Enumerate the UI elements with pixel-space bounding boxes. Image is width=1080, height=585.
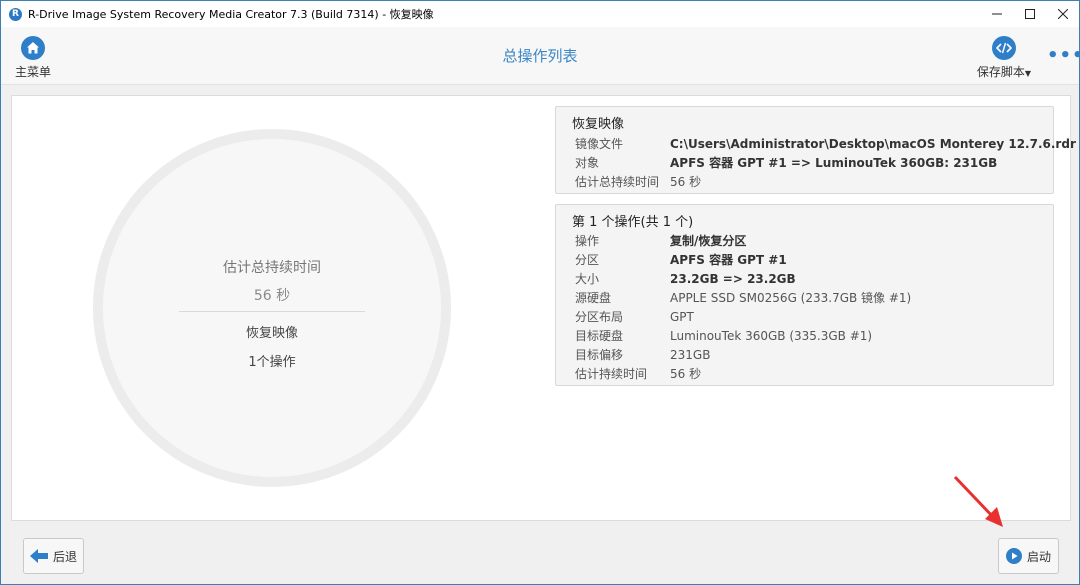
row-key: 估计持续时间 [575, 367, 648, 381]
back-button[interactable]: 后退 [23, 538, 84, 574]
row-value: 23.2GB => 23.2GB [670, 272, 796, 286]
info-row: 操作 复制/恢复分区 [575, 232, 746, 249]
row-value: 56 秒 [670, 367, 702, 381]
info-row: 估计持续时间 56 秒 [575, 365, 701, 382]
operation-box-heading: 第 1 个操作(共 1 个) [572, 215, 694, 230]
chevron-down-icon: ▼ [1024, 69, 1032, 78]
summary-circle: 估计总持续时间 56 秒 恢复映像 1个操作 [93, 129, 451, 487]
window-controls [980, 1, 1079, 27]
app-icon: R [9, 7, 22, 21]
row-key: 对象 [575, 156, 600, 170]
row-key: 目标硬盘 [575, 329, 624, 343]
row-key: 镜像文件 [575, 137, 624, 151]
red-arrow-icon [953, 475, 1003, 527]
info-row: 估计总持续时间 56 秒 [575, 173, 701, 190]
info-row: 目标硬盘 LuminouTek 360GB (335.3GB #1) [575, 327, 872, 344]
row-key: 估计总持续时间 [575, 175, 660, 189]
minimize-button[interactable] [980, 1, 1013, 27]
save-script-button[interactable]: 保存脚本▼ [976, 36, 1032, 80]
info-row: 目标偏移 231GB [575, 346, 710, 363]
info-row: 对象 APFS 容器 GPT #1 => LuminouTek 360GB: 23… [575, 154, 997, 171]
code-icon [992, 36, 1016, 60]
row-key: 分区 [575, 253, 600, 267]
restore-info-box: 恢复映像 镜像文件 C:\Users\Administrator\Desktop\… [555, 106, 1076, 194]
info-row: 分区 APFS 容器 GPT #1 [575, 251, 787, 268]
play-icon [1005, 548, 1022, 564]
row-key: 大小 [575, 272, 600, 286]
row-value: APPLE SSD SM0256G (233.7GB 镜像 #1) [670, 291, 912, 305]
bottom-bar: 后退 启动 [1, 531, 1079, 584]
row-value: C:\Users\Administrator\Desktop\macOS Mon… [670, 137, 1076, 151]
maximize-button[interactable] [1013, 1, 1046, 27]
row-value: 231GB [670, 348, 711, 362]
row-value: LuminouTek 360GB (335.3GB #1) [670, 329, 873, 343]
window-title: R-Drive Image System Recovery Media Crea… [28, 8, 434, 21]
row-value: 56 秒 [670, 175, 702, 189]
maximize-icon [1024, 9, 1035, 19]
close-button[interactable] [1046, 1, 1079, 27]
start-label: 启动 [1026, 549, 1051, 564]
operation-info-box: 第 1 个操作(共 1 个) 操作 复制/恢复分区 分区 APFS 容器 GPT #… [555, 204, 1054, 386]
summary-divider [179, 311, 365, 312]
row-value: APFS 容器 GPT #1 => LuminouTek 360GB: 231G… [670, 156, 998, 170]
more-dots-icon: ••• [1047, 45, 1080, 66]
info-row: 大小 23.2GB => 23.2GB [575, 270, 796, 287]
row-key: 操作 [575, 234, 600, 248]
estimated-total-duration-label: 估计总持续时间 [223, 260, 321, 276]
row-key: 目标偏移 [575, 348, 624, 362]
toolbar: 主菜单 总操作列表 保存脚本▼ ••• [1, 27, 1080, 85]
back-label: 后退 [52, 549, 77, 564]
app-window: R R-Drive Image System Recovery Media Cr… [0, 0, 1080, 585]
arrow-left-icon [29, 549, 48, 563]
summary-content: 估计总持续时间 56 秒 恢复映像 1个操作 [103, 257, 441, 370]
start-button[interactable]: 启动 [998, 538, 1059, 574]
row-value: APFS 容器 GPT #1 [670, 253, 787, 267]
row-value: 复制/恢复分区 [670, 234, 747, 248]
operation-name: 恢复映像 [245, 326, 298, 341]
operation-count: 1个操作 [248, 355, 296, 370]
row-key: 源硬盘 [575, 291, 612, 305]
estimated-total-duration-value: 56 秒 [253, 288, 291, 304]
minimize-icon [991, 13, 1002, 15]
info-row: 源硬盘 APPLE SSD SM0256G (233.7GB 镜像 #1) [575, 289, 911, 306]
restore-box-heading: 恢复映像 [572, 117, 625, 132]
main-panel: 估计总持续时间 56 秒 恢复映像 1个操作 恢复映像 镜像文件 C:\Users… [11, 95, 1076, 521]
row-value: GPT [670, 310, 694, 324]
save-script-label: 保存脚本▼ [976, 65, 1032, 79]
row-key: 分区布局 [575, 310, 624, 324]
info-row: 镜像文件 C:\Users\Administrator\Desktop\macOS… [575, 135, 1076, 152]
close-icon [1057, 9, 1068, 19]
info-row: 分区布局 GPT [575, 308, 694, 325]
more-options-button[interactable]: ••• [1047, 45, 1080, 66]
title-bar: R R-Drive Image System Recovery Media Cr… [1, 1, 1079, 27]
page-title: 总操作列表 [502, 47, 578, 65]
